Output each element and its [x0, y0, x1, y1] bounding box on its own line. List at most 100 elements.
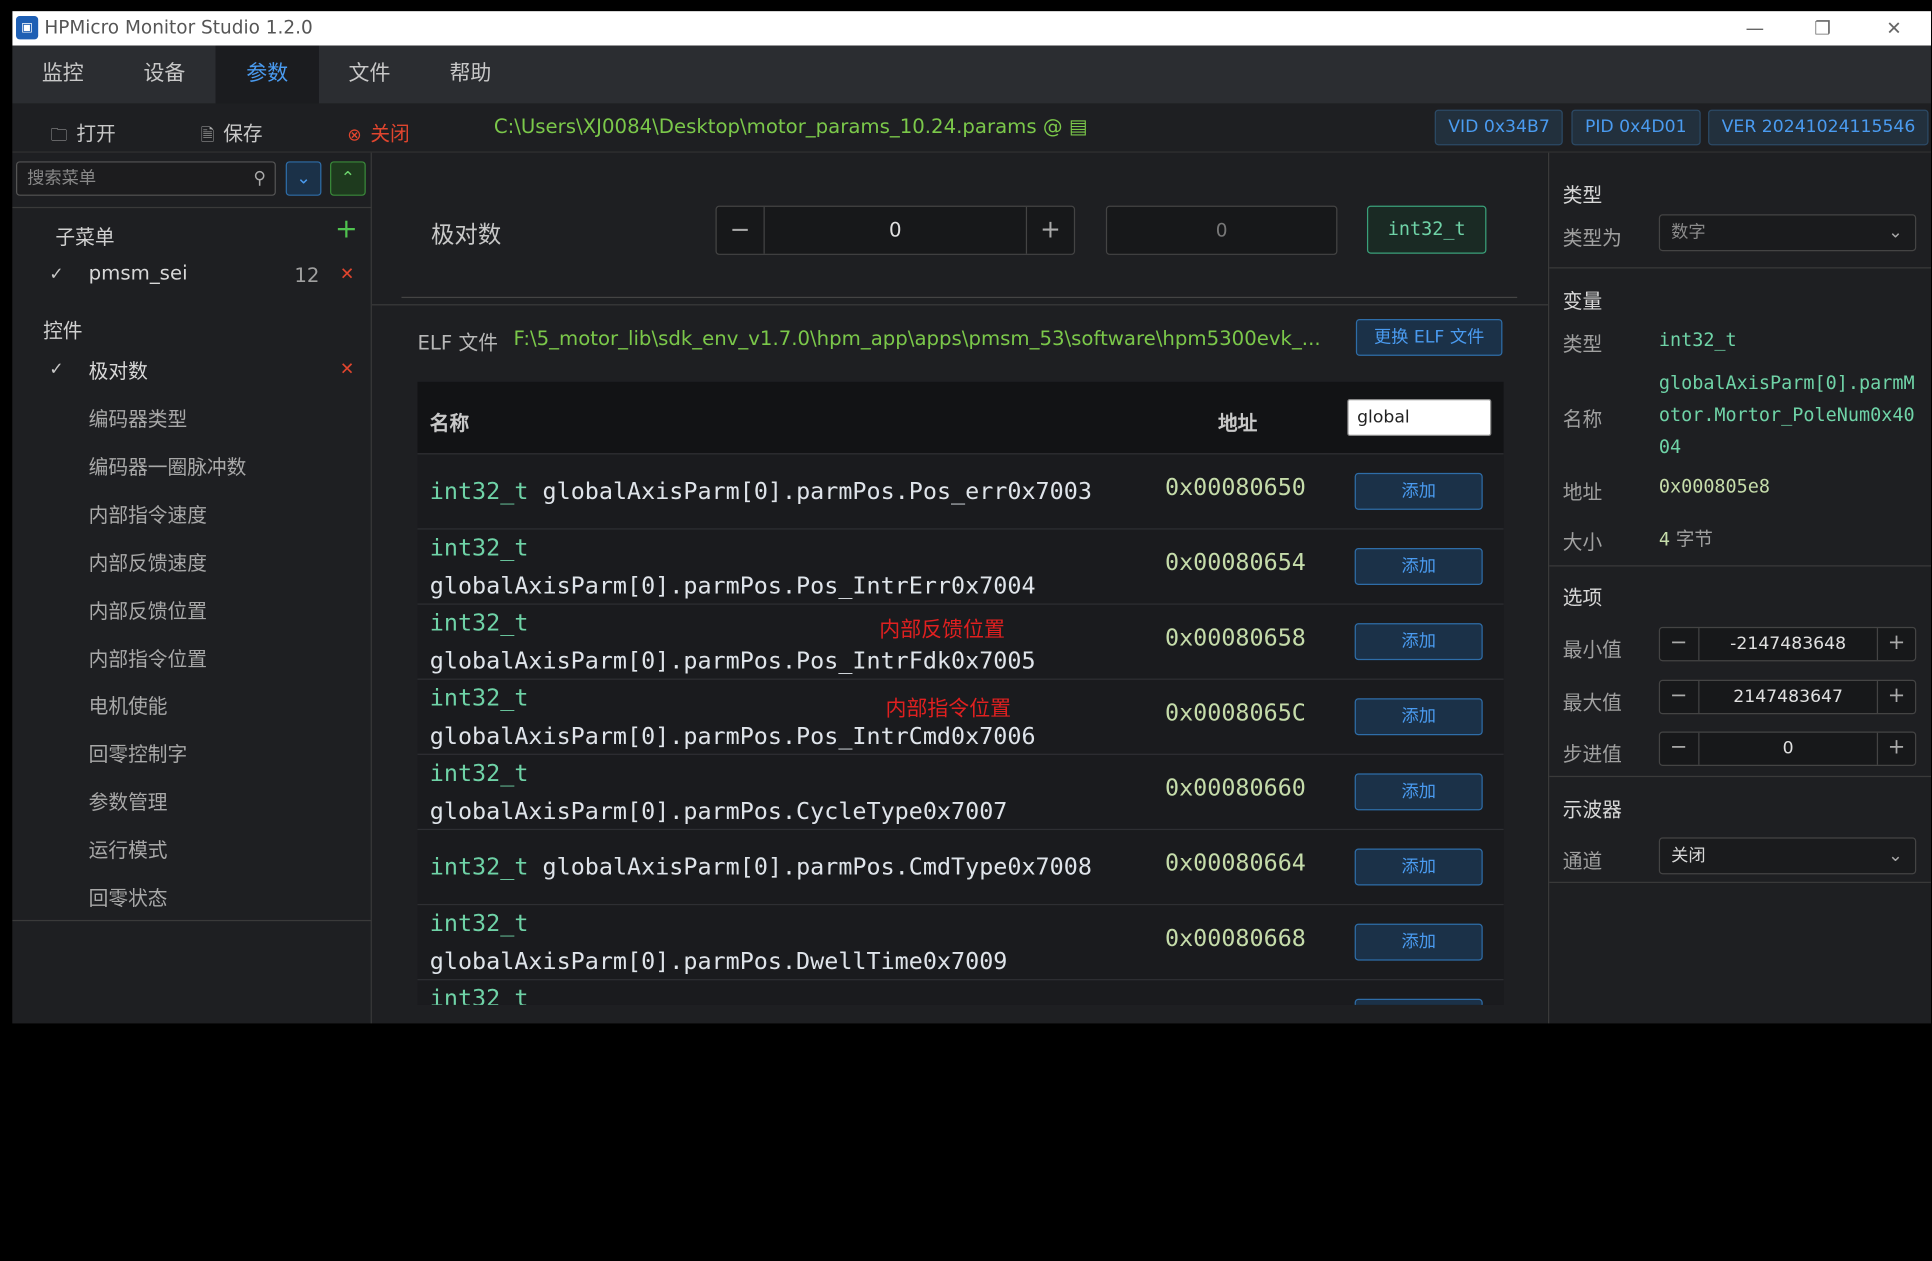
- minus-icon[interactable]: −: [1660, 681, 1697, 713]
- col-addr-header: 地址: [1217, 411, 1258, 435]
- divider: [371, 304, 1548, 306]
- remove-submenu-icon[interactable]: ✕: [340, 265, 354, 285]
- open-label: 打开: [76, 121, 116, 146]
- row-type: int32_t: [429, 853, 529, 881]
- var-name-label: 名称: [1562, 407, 1603, 432]
- param-stepper[interactable]: − 0 +: [715, 205, 1076, 255]
- var-addr-value: 0x000805e8: [1658, 475, 1771, 498]
- add-button[interactable]: 添加: [1354, 773, 1483, 811]
- save-button[interactable]: 🗎 保存: [201, 117, 263, 151]
- app-root: ▣ HPMicro Monitor Studio 1.2.0 — ❐ ✕ 监控 …: [0, 0, 1932, 1261]
- min-stepper[interactable]: − -2147483648 +: [1658, 626, 1917, 662]
- close-window-icon[interactable]: ✕: [1869, 14, 1918, 44]
- search-icon: ⚲: [253, 168, 267, 189]
- row-type: int32_t: [429, 985, 529, 1005]
- minus-icon[interactable]: −: [1660, 733, 1697, 765]
- menu-params[interactable]: 参数: [215, 45, 319, 104]
- type-select[interactable]: 数字 ⌄: [1658, 214, 1917, 252]
- add-button[interactable]: 添加: [1354, 698, 1483, 736]
- add-button[interactable]: 添加: [1354, 548, 1483, 585]
- col-name-header: 名称: [429, 411, 470, 435]
- scope-section-title: 示波器: [1562, 798, 1622, 822]
- properties-panel: 类型 类型为 数字 ⌄ 变量 类型 int32_t 名称 globalAxisPa…: [1547, 152, 1931, 1024]
- add-button[interactable]: 添加: [1354, 623, 1483, 661]
- divider: [12, 206, 372, 209]
- row-name: int32_t globalAxisParm[0].parmPos.CmdTyp…: [430, 849, 1144, 887]
- vid-badge: VID 0x34B7: [1434, 109, 1564, 146]
- submenu-title: 子菜单: [55, 225, 115, 249]
- restore-icon[interactable]: ❐: [1798, 14, 1847, 44]
- sidebar-item-7[interactable]: 电机使能: [89, 690, 168, 720]
- var-size-unit: 字节: [1675, 528, 1713, 551]
- minus-icon[interactable]: −: [717, 206, 765, 254]
- var-type-label: 类型: [1562, 332, 1603, 356]
- step-label: 步进值: [1562, 742, 1622, 766]
- row-symbol: globalAxisParm[0].parmPos.DwellTime0x700…: [429, 948, 1008, 976]
- plus-icon[interactable]: +: [1025, 206, 1074, 254]
- menu-help[interactable]: 帮助: [420, 46, 521, 104]
- sidebar-item-11[interactable]: 回零状态: [89, 882, 168, 912]
- add-button[interactable]: 添加: [1354, 923, 1483, 961]
- sidebar-item-8[interactable]: 回零控制字: [89, 738, 188, 768]
- step-stepper[interactable]: −0 +: [1658, 731, 1917, 766]
- sidebar-item-5[interactable]: 内部反馈位置: [89, 595, 207, 625]
- chevron-down-icon: ⌄: [296, 168, 311, 189]
- var-type-value: int32_t: [1658, 328, 1737, 351]
- row-address: 0x00080658: [1164, 624, 1306, 652]
- add-button[interactable]: 添加: [1354, 472, 1483, 510]
- menu-bar: 监控 设备 参数 文件 帮助: [12, 45, 1931, 104]
- add-button[interactable]: [1354, 998, 1483, 1005]
- sidebar-item-6[interactable]: 内部指令位置: [89, 643, 207, 673]
- minimize-icon[interactable]: —: [1730, 14, 1779, 44]
- sidebar-item-9[interactable]: 参数管理: [89, 786, 168, 816]
- sidebar-item-0[interactable]: 极对数: [89, 355, 148, 385]
- main-window: ▣ HPMicro Monitor Studio 1.2.0 — ❐ ✕ 监控 …: [12, 11, 1931, 1024]
- sidebar-item-10[interactable]: 运行模式: [89, 834, 168, 864]
- filter-input[interactable]: global: [1347, 399, 1492, 436]
- menu-device[interactable]: 设备: [113, 46, 215, 104]
- plus-icon[interactable]: +: [1878, 681, 1915, 713]
- param-value[interactable]: 0: [766, 207, 1025, 254]
- param-label: 极对数: [431, 221, 502, 249]
- close-file-button[interactable]: ⊗ 关闭: [347, 117, 409, 147]
- row-name: int32_t globalAxisParm[0].parmPos.Pos_er…: [430, 473, 1144, 511]
- channel-select[interactable]: 关闭 ⌄: [1658, 837, 1917, 875]
- row-symbol: globalAxisParm[0].parmPos.CmdType0x7008: [542, 853, 1092, 881]
- minus-icon[interactable]: −: [1660, 628, 1697, 660]
- remove-control-icon[interactable]: ✕: [340, 360, 354, 380]
- open-button[interactable]: 🗀 打开: [50, 117, 115, 151]
- min-value[interactable]: -2147483648: [1698, 628, 1879, 661]
- add-button[interactable]: 添加: [1354, 848, 1483, 886]
- add-submenu-icon[interactable]: +: [335, 214, 358, 245]
- row-address: 0x00080664: [1164, 849, 1306, 877]
- type-section-title: 类型: [1562, 183, 1603, 207]
- collapse-up-button[interactable]: ⌃: [330, 161, 366, 196]
- sidebar-item-3[interactable]: 内部指令速度: [89, 499, 207, 529]
- plus-icon[interactable]: +: [1878, 733, 1915, 765]
- submenu-item-pmsm[interactable]: pmsm_sei: [89, 261, 188, 284]
- row-type: int32_t: [429, 534, 529, 562]
- row-type: int32_t: [429, 609, 529, 637]
- row-type: int32_t: [429, 910, 529, 938]
- expand-down-button[interactable]: ⌄: [285, 161, 322, 196]
- copy-icon[interactable]: ▤: [1069, 115, 1088, 138]
- change-elf-button[interactable]: 更换 ELF 文件: [1355, 318, 1503, 356]
- param-readback: 0: [1105, 205, 1338, 255]
- search-input[interactable]: 搜索菜单 ⚲: [16, 161, 276, 196]
- row-type: int32_t: [429, 477, 529, 505]
- divider: [12, 919, 372, 922]
- sidebar-item-2[interactable]: 编码器一圈脉冲数: [89, 451, 247, 481]
- row-name: int32_t globalAxisParm[0].parmPos.CycleTy…: [430, 755, 1144, 831]
- max-value[interactable]: 2147483647: [1698, 681, 1879, 714]
- menu-file[interactable]: 文件: [319, 46, 420, 104]
- folder-icon: 🗀: [50, 125, 68, 146]
- search-placeholder: 搜索菜单: [27, 168, 97, 189]
- max-stepper[interactable]: −2147483647 +: [1658, 679, 1917, 715]
- step-value[interactable]: 0: [1698, 732, 1879, 765]
- row-address: 0x0008065C: [1164, 699, 1306, 727]
- sidebar-item-4[interactable]: 内部反馈速度: [89, 547, 207, 577]
- sidebar-item-1[interactable]: 编码器类型: [89, 403, 188, 433]
- table-row: int32_t globalAxisParm[0].parmPos.CmdTyp…: [417, 828, 1504, 904]
- plus-icon[interactable]: +: [1878, 628, 1915, 660]
- menu-monitor[interactable]: 监控: [12, 46, 113, 104]
